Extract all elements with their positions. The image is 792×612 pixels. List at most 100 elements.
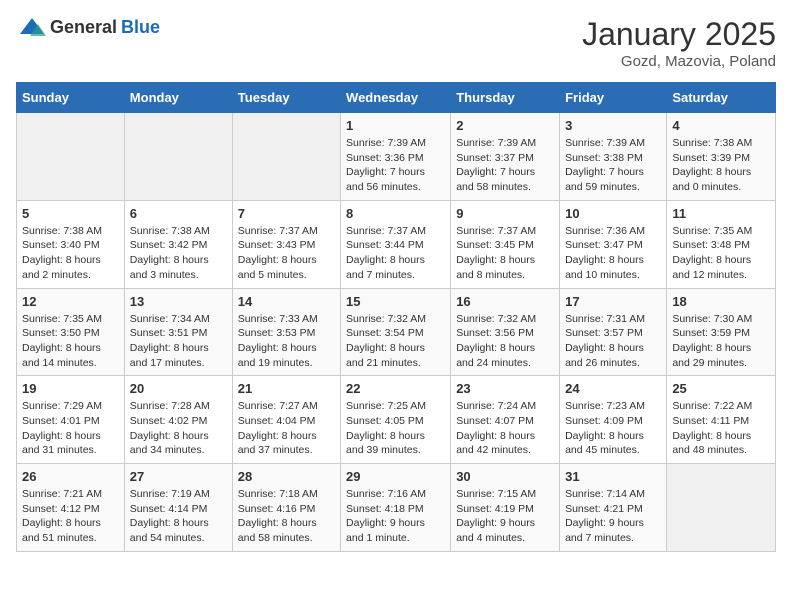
calendar-cell: 21 Sunrise: 7:27 AM Sunset: 4:04 PM Dayl…	[232, 376, 340, 464]
day-daylight: Daylight: 8 hours and 34 minutes.	[130, 430, 209, 457]
calendar-cell	[17, 113, 125, 201]
day-sunset: Sunset: 3:42 PM	[130, 239, 208, 251]
day-daylight: Daylight: 8 hours and 2 minutes.	[22, 254, 101, 281]
calendar-cell	[124, 113, 232, 201]
day-number: 8	[346, 206, 445, 221]
day-sunset: Sunset: 3:45 PM	[456, 239, 534, 251]
day-sunset: Sunset: 4:21 PM	[565, 503, 643, 515]
calendar-week-5: 26 Sunrise: 7:21 AM Sunset: 4:12 PM Dayl…	[17, 464, 776, 552]
day-number: 14	[238, 294, 335, 309]
calendar-week-3: 12 Sunrise: 7:35 AM Sunset: 3:50 PM Dayl…	[17, 288, 776, 376]
day-sunset: Sunset: 3:54 PM	[346, 327, 424, 339]
day-daylight: Daylight: 8 hours and 3 minutes.	[130, 254, 209, 281]
day-sunrise: Sunrise: 7:14 AM	[565, 488, 645, 500]
day-sunrise: Sunrise: 7:35 AM	[672, 225, 752, 237]
calendar-cell: 18 Sunrise: 7:30 AM Sunset: 3:59 PM Dayl…	[667, 288, 776, 376]
day-daylight: Daylight: 8 hours and 7 minutes.	[346, 254, 425, 281]
calendar-week-1: 1 Sunrise: 7:39 AM Sunset: 3:36 PM Dayli…	[17, 113, 776, 201]
header-sunday: Sunday	[17, 83, 125, 113]
day-daylight: Daylight: 8 hours and 48 minutes.	[672, 430, 751, 457]
day-sunrise: Sunrise: 7:39 AM	[346, 137, 426, 149]
calendar-subtitle: Gozd, Mazovia, Poland	[582, 53, 776, 70]
header-wednesday: Wednesday	[341, 83, 451, 113]
day-number: 21	[238, 381, 335, 396]
day-sunrise: Sunrise: 7:38 AM	[672, 137, 752, 149]
calendar-cell: 1 Sunrise: 7:39 AM Sunset: 3:36 PM Dayli…	[341, 113, 451, 201]
day-number: 15	[346, 294, 445, 309]
day-sunset: Sunset: 3:51 PM	[130, 327, 208, 339]
day-daylight: Daylight: 8 hours and 39 minutes.	[346, 430, 425, 457]
day-sunrise: Sunrise: 7:37 AM	[346, 225, 426, 237]
day-daylight: Daylight: 9 hours and 4 minutes.	[456, 517, 535, 544]
day-sunrise: Sunrise: 7:30 AM	[672, 313, 752, 325]
day-sunset: Sunset: 4:02 PM	[130, 415, 208, 427]
title-block: January 2025 Gozd, Mazovia, Poland	[582, 16, 776, 70]
calendar-cell: 6 Sunrise: 7:38 AM Sunset: 3:42 PM Dayli…	[124, 200, 232, 288]
day-number: 30	[456, 469, 554, 484]
day-daylight: Daylight: 9 hours and 7 minutes.	[565, 517, 644, 544]
calendar-cell: 10 Sunrise: 7:36 AM Sunset: 3:47 PM Dayl…	[560, 200, 667, 288]
logo-general: General	[50, 17, 117, 38]
day-daylight: Daylight: 8 hours and 12 minutes.	[672, 254, 751, 281]
day-sunrise: Sunrise: 7:37 AM	[238, 225, 318, 237]
day-daylight: Daylight: 7 hours and 59 minutes.	[565, 166, 644, 193]
calendar-cell: 30 Sunrise: 7:15 AM Sunset: 4:19 PM Dayl…	[451, 464, 560, 552]
day-sunset: Sunset: 4:04 PM	[238, 415, 316, 427]
header-row: Sunday Monday Tuesday Wednesday Thursday…	[17, 83, 776, 113]
logo: General Blue	[16, 16, 160, 38]
day-daylight: Daylight: 8 hours and 29 minutes.	[672, 342, 751, 369]
day-number: 4	[672, 118, 770, 133]
day-number: 17	[565, 294, 661, 309]
day-daylight: Daylight: 8 hours and 5 minutes.	[238, 254, 317, 281]
day-number: 18	[672, 294, 770, 309]
calendar-cell: 20 Sunrise: 7:28 AM Sunset: 4:02 PM Dayl…	[124, 376, 232, 464]
day-daylight: Daylight: 8 hours and 19 minutes.	[238, 342, 317, 369]
day-sunset: Sunset: 4:12 PM	[22, 503, 100, 515]
calendar-cell	[232, 113, 340, 201]
day-daylight: Daylight: 8 hours and 26 minutes.	[565, 342, 644, 369]
day-number: 9	[456, 206, 554, 221]
day-daylight: Daylight: 8 hours and 17 minutes.	[130, 342, 209, 369]
header-monday: Monday	[124, 83, 232, 113]
day-sunrise: Sunrise: 7:37 AM	[456, 225, 536, 237]
day-sunrise: Sunrise: 7:34 AM	[130, 313, 210, 325]
day-sunset: Sunset: 4:01 PM	[22, 415, 100, 427]
calendar-cell: 31 Sunrise: 7:14 AM Sunset: 4:21 PM Dayl…	[560, 464, 667, 552]
day-sunrise: Sunrise: 7:29 AM	[22, 400, 102, 412]
day-sunset: Sunset: 3:44 PM	[346, 239, 424, 251]
day-number: 3	[565, 118, 661, 133]
calendar-cell: 19 Sunrise: 7:29 AM Sunset: 4:01 PM Dayl…	[17, 376, 125, 464]
calendar-table: Sunday Monday Tuesday Wednesday Thursday…	[16, 82, 776, 552]
day-number: 6	[130, 206, 227, 221]
day-sunset: Sunset: 4:19 PM	[456, 503, 534, 515]
day-sunrise: Sunrise: 7:35 AM	[22, 313, 102, 325]
day-daylight: Daylight: 7 hours and 56 minutes.	[346, 166, 425, 193]
day-daylight: Daylight: 8 hours and 45 minutes.	[565, 430, 644, 457]
day-sunset: Sunset: 3:50 PM	[22, 327, 100, 339]
day-daylight: Daylight: 8 hours and 58 minutes.	[238, 517, 317, 544]
day-daylight: Daylight: 9 hours and 1 minute.	[346, 517, 425, 544]
day-sunset: Sunset: 4:18 PM	[346, 503, 424, 515]
day-daylight: Daylight: 8 hours and 42 minutes.	[456, 430, 535, 457]
day-number: 13	[130, 294, 227, 309]
day-daylight: Daylight: 8 hours and 54 minutes.	[130, 517, 209, 544]
day-daylight: Daylight: 8 hours and 24 minutes.	[456, 342, 535, 369]
day-number: 10	[565, 206, 661, 221]
day-sunrise: Sunrise: 7:22 AM	[672, 400, 752, 412]
calendar-week-4: 19 Sunrise: 7:29 AM Sunset: 4:01 PM Dayl…	[17, 376, 776, 464]
day-number: 25	[672, 381, 770, 396]
calendar-title: January 2025	[582, 16, 776, 53]
day-sunrise: Sunrise: 7:24 AM	[456, 400, 536, 412]
day-sunset: Sunset: 3:38 PM	[565, 152, 643, 164]
day-sunrise: Sunrise: 7:21 AM	[22, 488, 102, 500]
day-daylight: Daylight: 8 hours and 31 minutes.	[22, 430, 101, 457]
calendar-cell	[667, 464, 776, 552]
day-sunrise: Sunrise: 7:23 AM	[565, 400, 645, 412]
day-sunrise: Sunrise: 7:18 AM	[238, 488, 318, 500]
calendar-cell: 24 Sunrise: 7:23 AM Sunset: 4:09 PM Dayl…	[560, 376, 667, 464]
calendar-cell: 12 Sunrise: 7:35 AM Sunset: 3:50 PM Dayl…	[17, 288, 125, 376]
day-daylight: Daylight: 8 hours and 14 minutes.	[22, 342, 101, 369]
general-blue-icon	[18, 16, 46, 38]
day-daylight: Daylight: 8 hours and 51 minutes.	[22, 517, 101, 544]
day-number: 12	[22, 294, 119, 309]
